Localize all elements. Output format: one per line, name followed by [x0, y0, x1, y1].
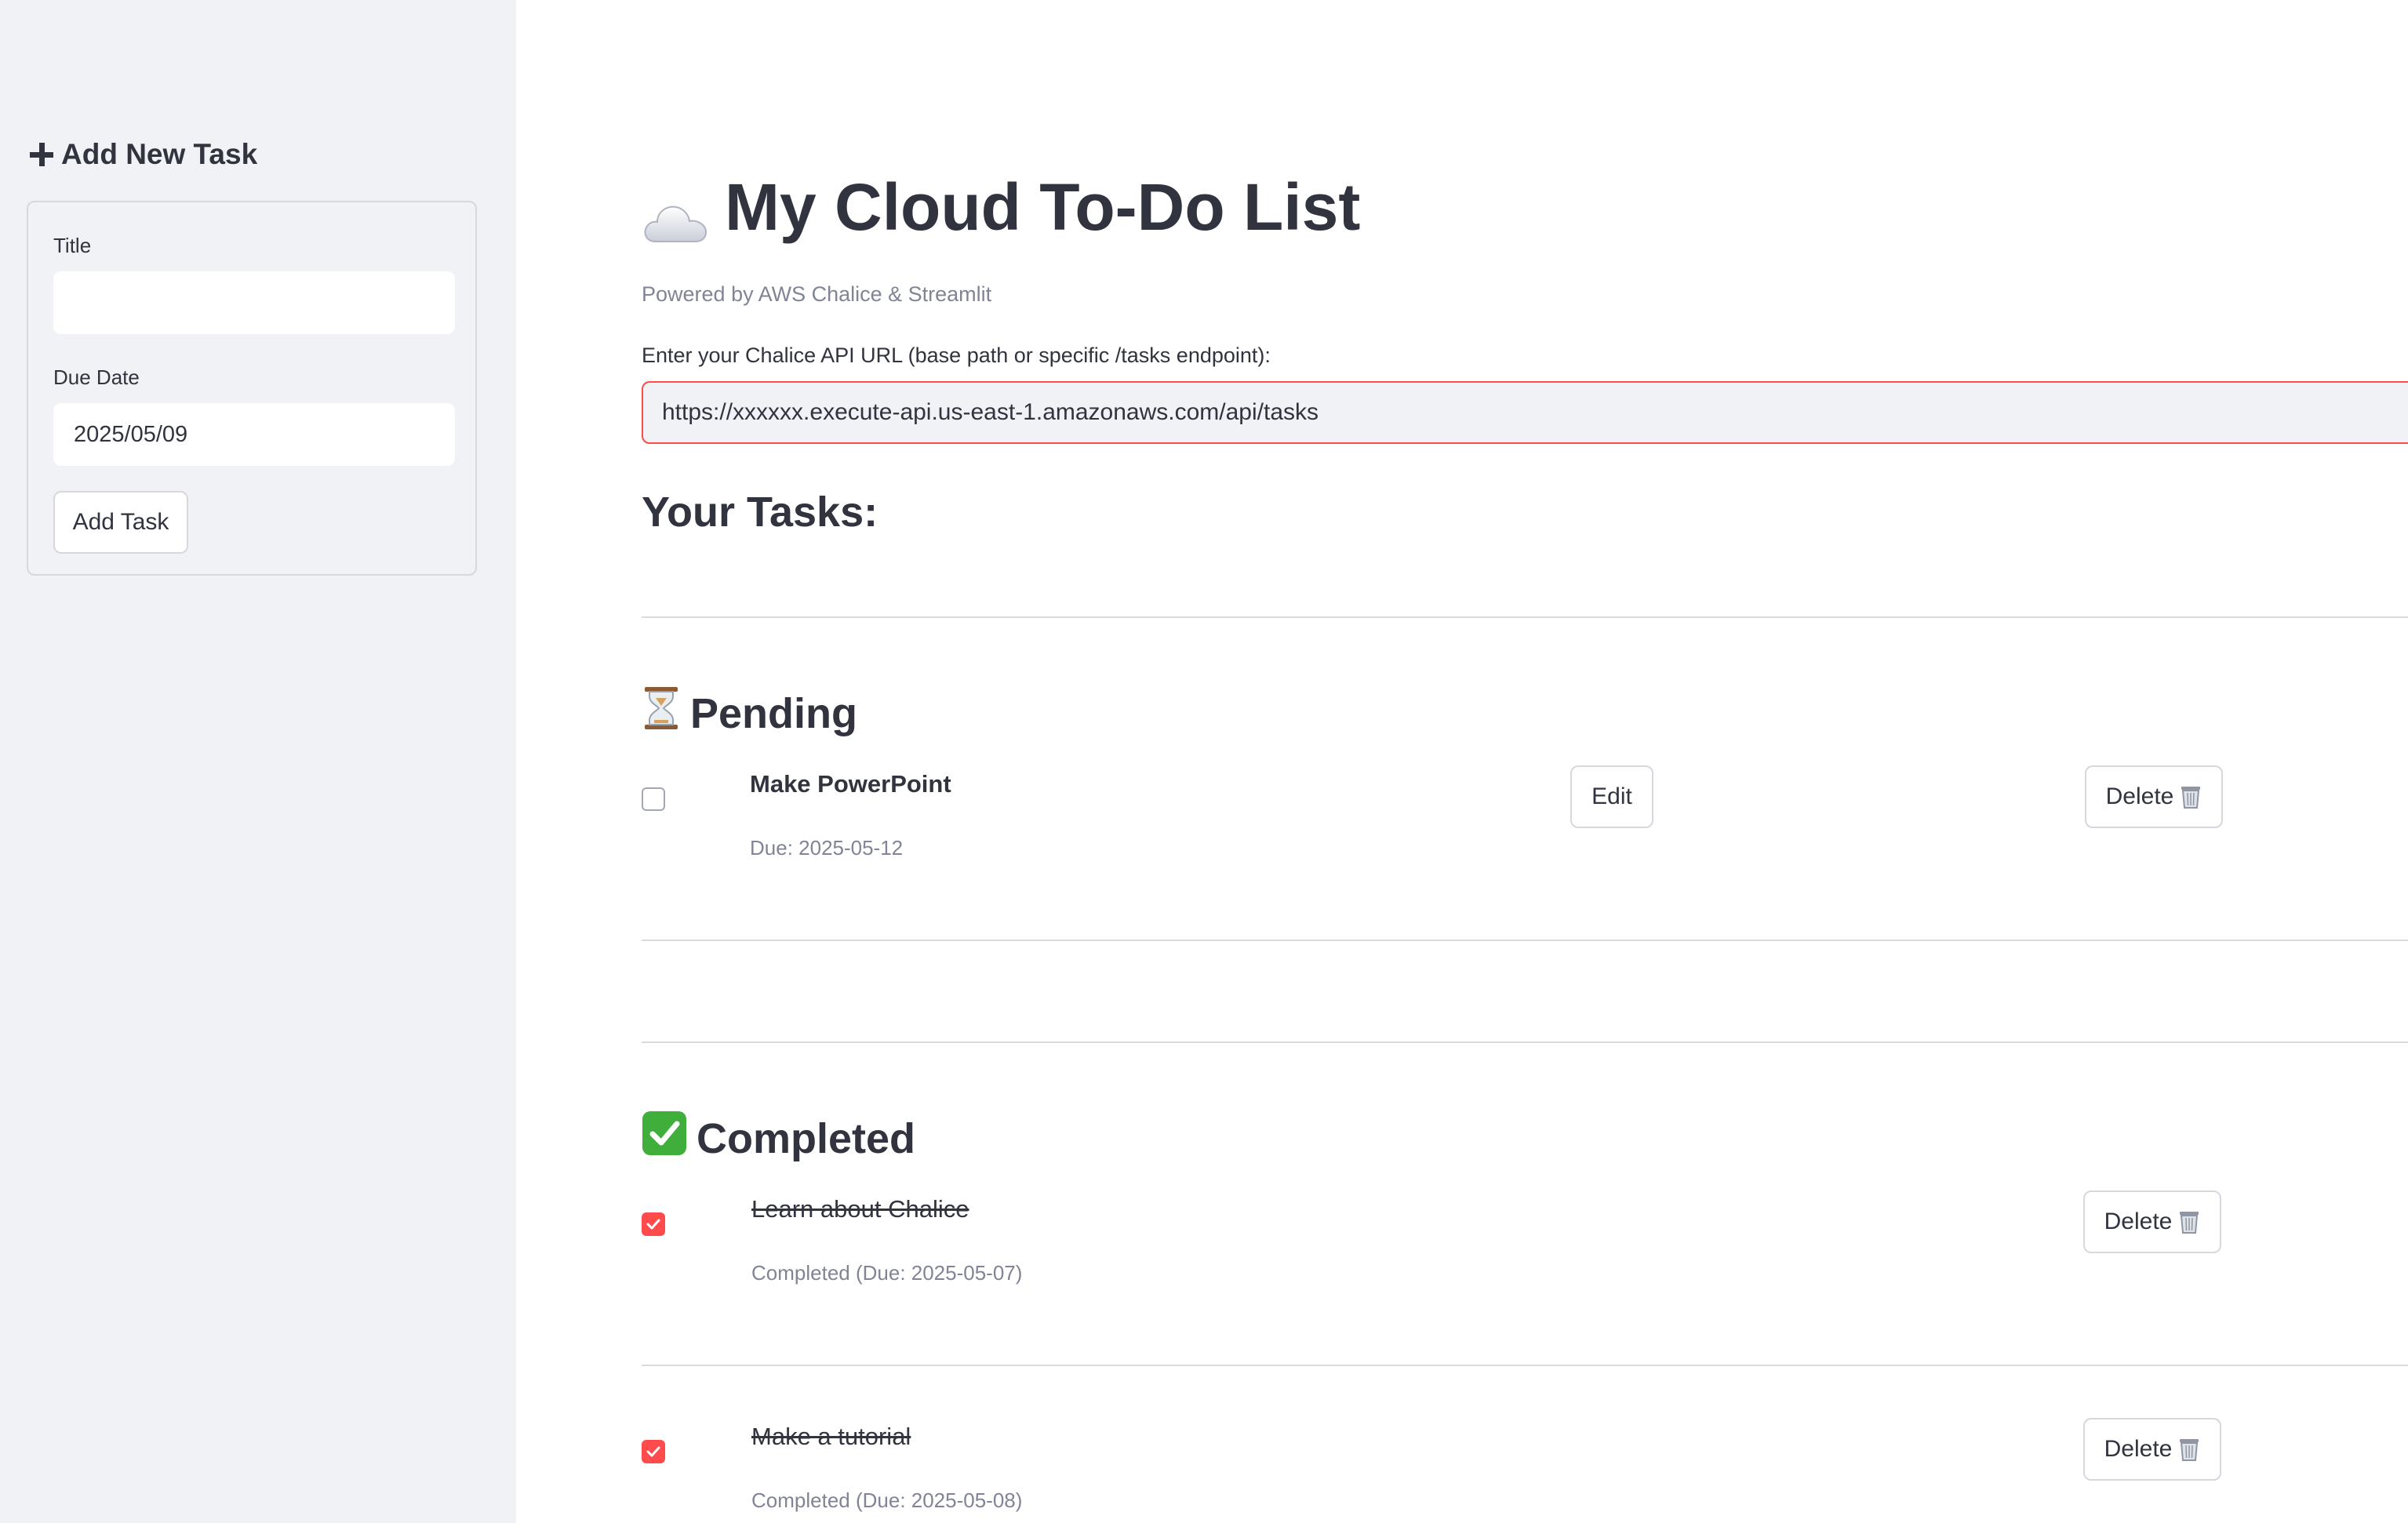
- main-content: My Cloud To-Do List Powered by AWS Chali…: [516, 0, 2408, 1523]
- wastebasket-icon: [2180, 784, 2202, 809]
- page-title-text: My Cloud To-Do List: [725, 170, 1361, 244]
- api-url-label: Enter your Chalice API URL (base path or…: [642, 343, 1271, 367]
- check-mark-button-icon: [642, 1110, 687, 1166]
- pending-heading-label: Pending: [690, 689, 857, 737]
- delete-label: Delete: [2105, 783, 2174, 809]
- sidebar: Add New Task Title Due Date Add Task: [0, 0, 516, 1523]
- divider: [642, 616, 2408, 618]
- hourglass-icon: [642, 685, 681, 741]
- divider: [642, 940, 2408, 941]
- caption: Powered by AWS Chalice & Streamlit: [642, 282, 992, 306]
- task-due: Due: 2025-05-12: [750, 836, 904, 860]
- wastebasket-icon: [2178, 1437, 2200, 1462]
- divider: [642, 1365, 2408, 1366]
- app-root: Add New Task Title Due Date Add Task: [0, 0, 2408, 1523]
- delete-button[interactable]: Delete: [2085, 765, 2223, 828]
- add-task-button[interactable]: Add Task: [53, 491, 188, 554]
- delete-button[interactable]: Delete: [2083, 1418, 2221, 1481]
- task-completed-due: Completed (Due: 2025-05-08): [751, 1488, 1023, 1512]
- pending-heading: Pending: [642, 685, 857, 741]
- completed-heading-label: Completed: [697, 1114, 916, 1162]
- delete-label: Delete: [2104, 1209, 2173, 1234]
- cloud-icon: [642, 184, 711, 242]
- task-checkbox[interactable]: [642, 1440, 665, 1463]
- plus-icon: [30, 143, 53, 166]
- task-title: Learn about Chalice: [751, 1195, 969, 1223]
- sidebar-header: Add New Task: [30, 138, 257, 171]
- delete-button[interactable]: Delete: [2083, 1190, 2221, 1253]
- task-checkbox[interactable]: [642, 787, 665, 811]
- page-title: My Cloud To-Do List: [642, 169, 1360, 245]
- wastebasket-icon: [2178, 1209, 2200, 1234]
- tasks-heading: Your Tasks:: [642, 489, 878, 536]
- title-input[interactable]: [53, 271, 455, 334]
- edit-button[interactable]: Edit: [1570, 765, 1653, 828]
- task-title: Make PowerPoint: [750, 770, 951, 798]
- title-label: Title: [53, 234, 92, 257]
- delete-label: Delete: [2104, 1436, 2173, 1462]
- divider: [642, 1041, 2408, 1043]
- api-url-input[interactable]: [642, 381, 2408, 444]
- sidebar-header-label: Add New Task: [61, 138, 258, 170]
- task-checkbox[interactable]: [642, 1212, 665, 1236]
- task-completed-due: Completed (Due: 2025-05-07): [751, 1261, 1023, 1285]
- add-task-form: Title Due Date Add Task: [27, 201, 477, 576]
- task-title: Make a tutorial: [751, 1423, 911, 1450]
- due-date-input[interactable]: [53, 403, 455, 466]
- completed-heading: Completed: [642, 1110, 915, 1166]
- due-date-label: Due Date: [53, 365, 140, 389]
